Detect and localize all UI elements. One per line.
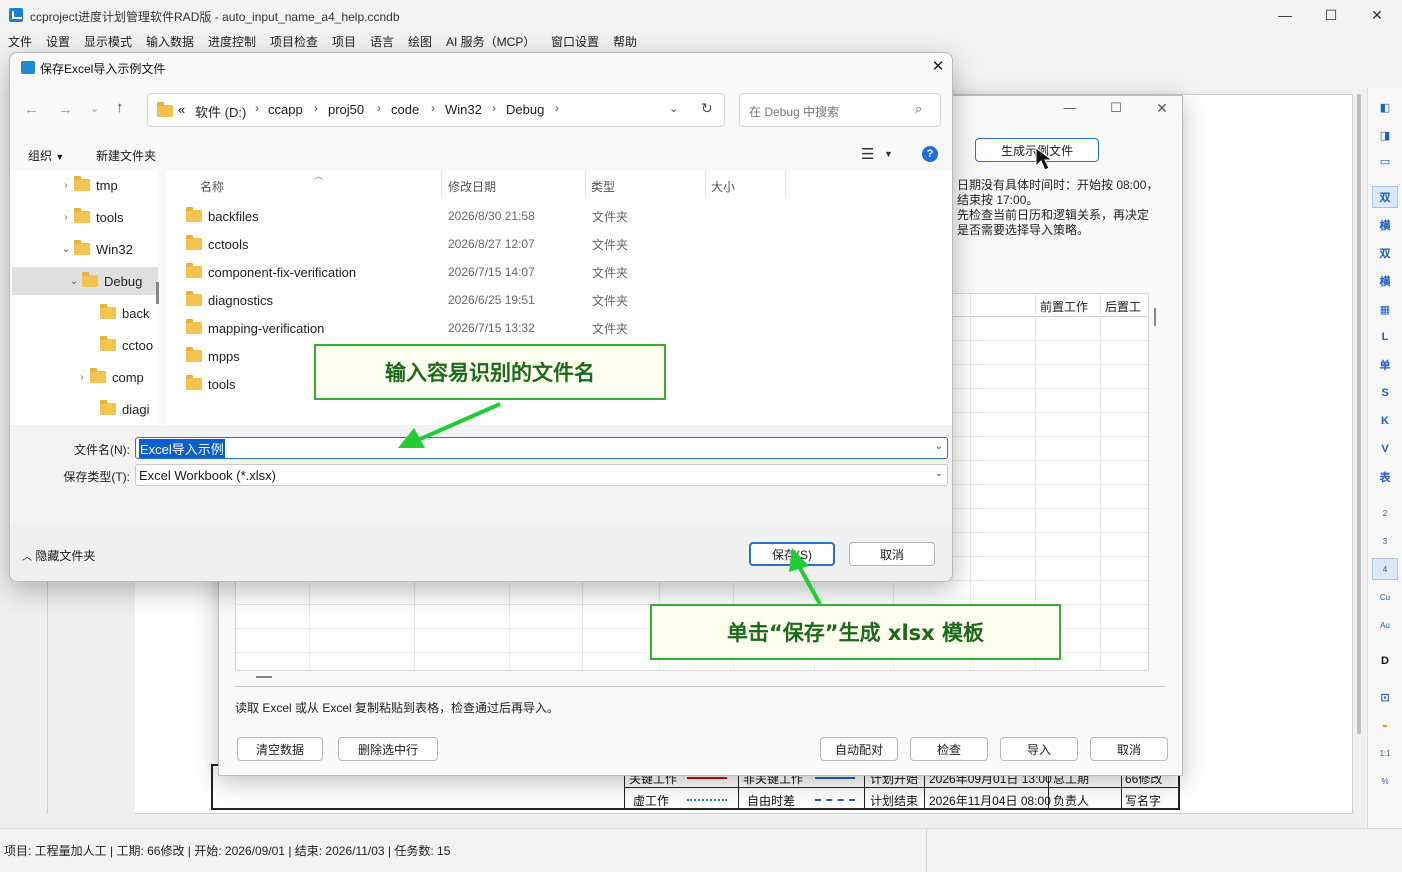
status-bar: 项目: 工程量加人工 | 工期: 66修改 | 开始: 2026/09/01 |… <box>0 828 1402 872</box>
arrow-to-filename <box>398 402 501 448</box>
status-text: 项目: 工程量加人工 | 工期: 66修改 | 开始: 2026/09/01 |… <box>4 844 451 858</box>
mouse-cursor-icon <box>1035 147 1054 171</box>
arrow-to-save <box>789 548 822 605</box>
status-divider <box>926 829 927 872</box>
callout-arrows <box>398 147 1054 605</box>
